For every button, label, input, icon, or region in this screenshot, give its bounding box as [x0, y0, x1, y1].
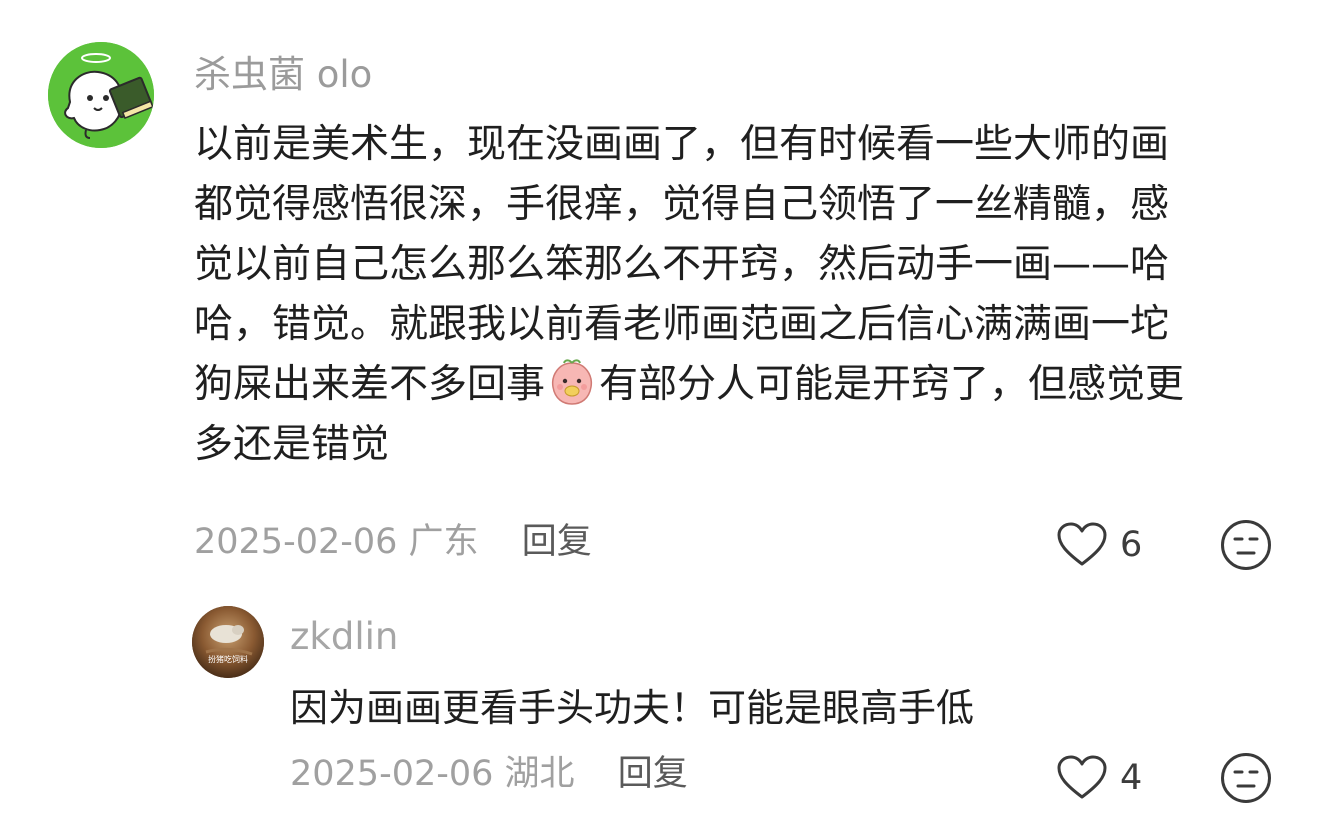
avatar-caption: 扮猪吃饲料	[208, 654, 248, 664]
neutral-face-icon[interactable]	[1220, 752, 1272, 804]
reply-text: 因为画画更看手头功夫！可能是眼高手低	[290, 686, 975, 730]
main-comment-text: 以前是美术生，现在没画画了，但有时候看一些大师的画 都觉得感悟很深，手很痒，觉得…	[194, 115, 1184, 475]
peach-eating-emoji-icon	[551, 359, 593, 405]
reply-location: 湖北	[504, 754, 575, 794]
reply-button[interactable]: 回复	[618, 754, 688, 794]
reply-like-count: 4	[1120, 757, 1143, 798]
comment-line: 多还是错觉	[194, 422, 390, 467]
main-comment-username[interactable]: 杀虫菌 olo	[194, 56, 372, 93]
comment-line-with-emoji: 狗屎出来差不多回事 有部分人可能是开窍了，但感觉更	[194, 355, 1184, 415]
comment-line: 都觉得感悟很深，手很痒，觉得自己领悟了一丝精髓，感	[194, 182, 1170, 227]
comment-line: 觉以前自己怎么那么笨那么不开窍，然后动手一画——哈	[194, 242, 1170, 287]
reply-username[interactable]: zkdlin	[290, 618, 398, 655]
comment-line: 以前是美术生，现在没画画了，但有时候看一些大师的画	[194, 122, 1170, 167]
heart-outline-icon	[1057, 522, 1107, 566]
heart-outline-icon	[1057, 755, 1107, 799]
neutral-face-icon[interactable]	[1220, 519, 1272, 571]
reply-date: 2025-02-06	[290, 754, 494, 794]
like-count: 6	[1120, 524, 1143, 565]
brown-photo-avatar-icon: 扮猪吃饲料	[192, 606, 264, 678]
reply-button[interactable]: 回复	[522, 522, 592, 562]
comment-line: 哈，错觉。就跟我以前看老师画范画之后信心满满画一坨	[194, 302, 1170, 347]
cartoon-ghost-avatar-icon	[48, 42, 154, 148]
main-comment-avatar[interactable]	[48, 42, 154, 148]
reply-like-button[interactable]: 4	[1056, 755, 1142, 801]
main-comment-meta: 2025-02-06 广东 回复	[194, 525, 592, 560]
comment-date: 2025-02-06	[194, 522, 398, 562]
comment-text-segment: 狗屎出来差不多回事	[194, 362, 546, 407]
reply-meta: 2025-02-06 湖北 回复	[290, 757, 688, 792]
like-button[interactable]: 6	[1056, 522, 1142, 568]
comment-location: 广东	[408, 522, 479, 562]
reply-avatar[interactable]: 扮猪吃饲料	[192, 606, 264, 678]
comment-text-segment: 有部分人可能是开窍了，但感觉更	[599, 362, 1185, 407]
